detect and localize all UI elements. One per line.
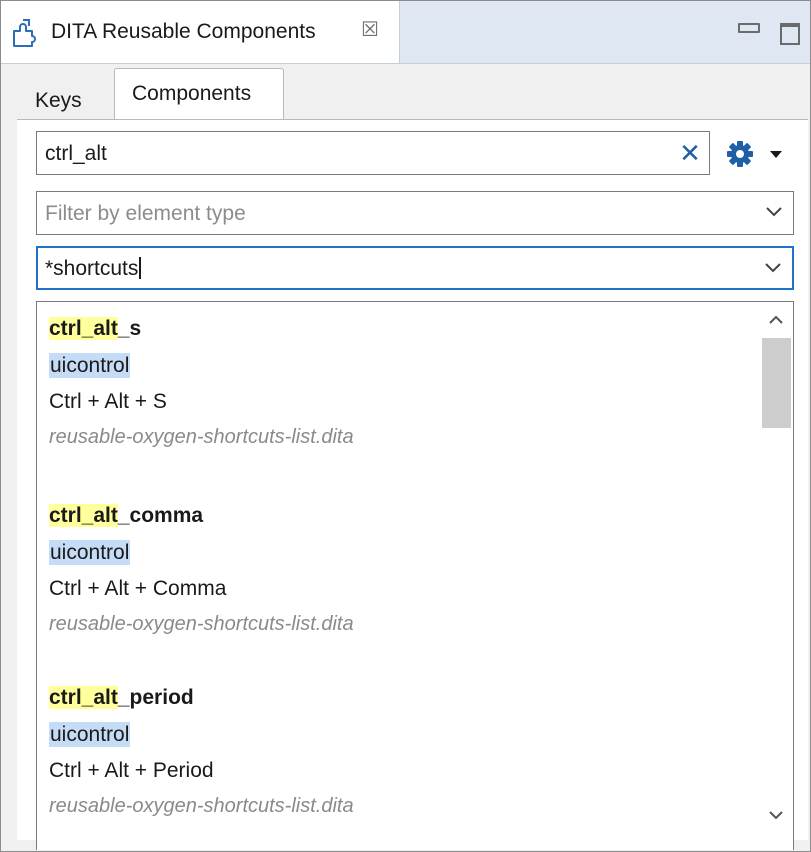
result-key: ctrl_alt_comma [49, 503, 354, 529]
chevron-down-icon[interactable] [765, 206, 783, 218]
key-match-highlight: ctrl_alt [49, 686, 118, 709]
result-element-type: uicontrol [49, 722, 131, 747]
key-remainder: _comma [117, 504, 204, 527]
result-value: Ctrl + Alt + Period [49, 759, 214, 782]
result-key: ctrl_alt_s [49, 316, 354, 342]
puzzle-piece-icon [13, 19, 36, 47]
key-remainder: _s [117, 317, 142, 340]
result-value: Ctrl + Alt + Comma [49, 577, 227, 600]
maximize-icon[interactable] [780, 23, 800, 45]
tab-keys[interactable]: Keys [35, 88, 82, 114]
scroll-up-icon[interactable] [768, 314, 784, 325]
minimize-icon[interactable] [738, 23, 760, 33]
tab-components[interactable]: Components [114, 68, 284, 121]
result-file: reusable-oxygen-shortcuts-list.dita [49, 426, 354, 448]
view-title-bar: DITA Reusable Components ☒ [1, 1, 810, 64]
dropdown-arrow-icon[interactable] [770, 151, 782, 158]
file-filter-value: *shortcuts [45, 257, 139, 280]
file-filter[interactable]: *shortcuts [36, 246, 794, 290]
file-filter-value-wrap: *shortcuts [45, 257, 142, 281]
result-file: reusable-oxygen-shortcuts-list.dita [49, 795, 354, 817]
vertical-scrollbar[interactable] [759, 302, 793, 850]
key-match-highlight: ctrl_alt [49, 504, 118, 527]
gear-icon[interactable] [726, 140, 754, 168]
chevron-down-icon[interactable] [764, 262, 782, 274]
result-element-type: uicontrol [49, 540, 131, 565]
result-element-type: uicontrol [49, 353, 131, 378]
close-icon[interactable]: ☒ [359, 19, 381, 41]
view-tab[interactable]: DITA Reusable Components ☒ [1, 1, 400, 63]
scroll-down-icon[interactable] [768, 810, 784, 821]
result-file: reusable-oxygen-shortcuts-list.dita [49, 613, 354, 635]
element-type-filter[interactable]: Filter by element type [36, 191, 794, 235]
results-list[interactable]: ctrl_alt_s uicontrol Ctrl + Alt + S reus… [36, 301, 794, 850]
search-input-value: ctrl_alt [45, 142, 107, 165]
key-remainder: _period [117, 686, 194, 709]
search-input[interactable]: ctrl_alt ✕ [36, 131, 710, 175]
text-cursor [139, 257, 142, 279]
view-title: DITA Reusable Components [51, 20, 316, 43]
tab-components-label: Components [132, 82, 252, 105]
list-item[interactable]: ctrl_alt_comma uicontrol Ctrl + Alt + Co… [49, 503, 354, 637]
key-match-highlight: ctrl_alt [49, 317, 118, 340]
list-item[interactable]: ctrl_alt_period uicontrol Ctrl + Alt + P… [49, 685, 354, 819]
list-item[interactable]: ctrl_alt_s uicontrol Ctrl + Alt + S reus… [49, 316, 354, 450]
result-key: ctrl_alt_period [49, 685, 354, 711]
scrollbar-thumb[interactable] [762, 338, 791, 428]
result-value: Ctrl + Alt + S [49, 390, 167, 413]
clear-icon[interactable]: ✕ [677, 139, 703, 167]
element-type-filter-placeholder: Filter by element type [45, 202, 246, 225]
